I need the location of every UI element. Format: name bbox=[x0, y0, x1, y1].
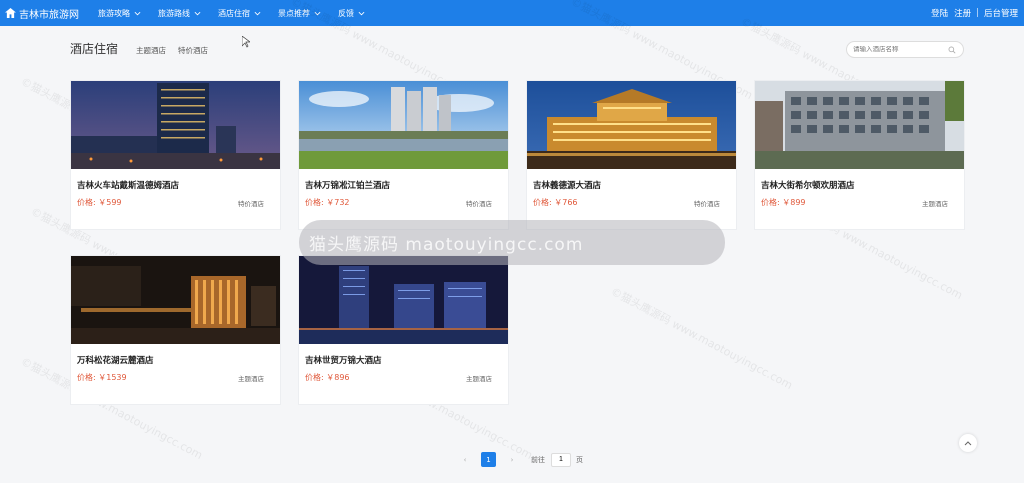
chevron-down-icon bbox=[358, 11, 365, 15]
nav-label: 旅游攻略 bbox=[98, 8, 130, 18]
home-icon bbox=[5, 8, 16, 18]
nav-label: 反馈 bbox=[338, 8, 354, 18]
tab-discount-hotels[interactable]: 特价酒店 bbox=[178, 45, 208, 56]
hotel-name[interactable]: 吉林大街希尔顿欢朋酒店 bbox=[755, 169, 964, 191]
hotel-image-riverside-towers[interactable] bbox=[299, 81, 508, 169]
hotel-image-night-city[interactable] bbox=[71, 81, 280, 169]
admin-link[interactable]: 后台管理 bbox=[984, 7, 1018, 19]
hotel-type: 特价酒店 bbox=[238, 199, 264, 208]
watermark-banner: 猫头鹰源码 maotouyingcc.com bbox=[299, 220, 725, 265]
nav-label: 旅游路线 bbox=[158, 8, 190, 18]
chevron-up-icon bbox=[964, 441, 972, 446]
hotel-price: 价格: ￥732 bbox=[305, 198, 350, 207]
search-box bbox=[846, 41, 964, 58]
hotel-meta: 价格: ￥896 主题酒店 bbox=[299, 366, 508, 383]
goto-unit: 页 bbox=[576, 455, 583, 464]
hotel-card[interactable]: 吉林万锦凇江铂兰酒店 价格: ￥732 特价酒店 bbox=[298, 80, 509, 230]
hotel-price: 价格: ￥899 bbox=[761, 198, 806, 207]
nav-item-attractions[interactable]: 景点推荐 bbox=[278, 8, 330, 19]
goto-page-input[interactable] bbox=[551, 452, 571, 467]
hotel-type: 主题酒店 bbox=[466, 374, 492, 383]
chevron-down-icon bbox=[134, 11, 141, 15]
hotel-meta: 价格: ￥599 特价酒店 bbox=[71, 191, 280, 208]
hotel-type: 特价酒店 bbox=[466, 199, 492, 208]
chevron-down-icon bbox=[314, 11, 321, 15]
divider: | bbox=[976, 8, 979, 18]
search-icon[interactable] bbox=[948, 46, 956, 54]
hotel-meta: 价格: ￥766 特价酒店 bbox=[527, 191, 736, 208]
hotel-meta: 价格: ￥899 主题酒店 bbox=[755, 191, 964, 208]
hotel-meta: 价格: ￥732 特价酒店 bbox=[299, 191, 508, 208]
page-title: 酒店住宿 bbox=[70, 42, 119, 56]
back-to-top-button[interactable] bbox=[959, 434, 977, 452]
hotel-price: 价格: ￥599 bbox=[77, 198, 122, 207]
prev-page-button[interactable]: ‹ bbox=[458, 456, 472, 464]
hotel-card[interactable]: 吉林義德源大酒店 价格: ￥766 特价酒店 bbox=[526, 80, 737, 230]
brand[interactable]: 吉林市旅游网 bbox=[0, 6, 98, 21]
hotel-image-lit-palace[interactable] bbox=[527, 81, 736, 169]
hotel-name[interactable]: 万科松花湖云麓酒店 bbox=[71, 344, 280, 366]
brand-title: 吉林市旅游网 bbox=[19, 9, 79, 21]
search-input[interactable] bbox=[853, 46, 948, 53]
nav-item-routes[interactable]: 旅游路线 bbox=[158, 8, 210, 19]
goto-label: 前往 bbox=[531, 455, 545, 464]
hotel-card[interactable]: 吉林大街希尔顿欢朋酒店 价格: ￥899 主题酒店 bbox=[754, 80, 965, 230]
hotel-price: 价格: ￥1539 bbox=[77, 373, 127, 382]
nav-item-guides[interactable]: 旅游攻略 bbox=[98, 8, 150, 19]
hotel-type: 主题酒店 bbox=[922, 199, 948, 208]
hotel-name[interactable]: 吉林火车站戴斯温德姆酒店 bbox=[71, 169, 280, 191]
hotel-price: 价格: ￥896 bbox=[305, 373, 350, 382]
hotel-card[interactable]: 万科松花湖云麓酒店 价格: ￥1539 主题酒店 bbox=[70, 255, 281, 405]
tab-theme-hotels[interactable]: 主题酒店 bbox=[136, 45, 166, 56]
chevron-down-icon bbox=[194, 11, 201, 15]
hotel-name[interactable]: 吉林万锦凇江铂兰酒店 bbox=[299, 169, 508, 191]
next-page-button[interactable]: › bbox=[505, 456, 519, 464]
hotel-type: 特价酒店 bbox=[694, 199, 720, 208]
watermark: ©猫头鹰源码 www.maotouyingcc.com bbox=[608, 284, 795, 393]
hotel-meta: 价格: ￥1539 主题酒店 bbox=[71, 366, 280, 383]
hotel-image-facade[interactable] bbox=[755, 81, 964, 169]
register-link[interactable]: 注册 bbox=[954, 7, 971, 19]
chevron-down-icon bbox=[254, 11, 261, 15]
hotel-price: 价格: ￥766 bbox=[533, 198, 578, 207]
mouse-cursor-icon bbox=[242, 36, 250, 48]
nav-item-feedback[interactable]: 反馈 bbox=[338, 8, 374, 19]
nav-item-hotels[interactable]: 酒店住宿 bbox=[218, 8, 270, 19]
hotel-card[interactable]: 吉林世贸万锦大酒店 价格: ￥896 主题酒店 bbox=[298, 255, 509, 405]
top-nav-bar: 吉林市旅游网 旅游攻略 旅游路线 酒店住宿 景点推荐 反馈 登陆 注册 | 后台… bbox=[0, 0, 1024, 26]
login-link[interactable]: 登陆 bbox=[931, 7, 948, 19]
hotel-image-skyline-night[interactable] bbox=[299, 256, 508, 344]
hotel-image-resort-night[interactable] bbox=[71, 256, 280, 344]
nav-label: 酒店住宿 bbox=[218, 8, 250, 18]
main-menu: 旅游攻略 旅游路线 酒店住宿 景点推荐 反馈 bbox=[98, 8, 382, 19]
pagination: ‹ 1 › 前往 页 bbox=[458, 452, 583, 467]
nav-label: 景点推荐 bbox=[278, 8, 310, 18]
auth-links: 登陆 注册 | 后台管理 bbox=[931, 7, 1024, 19]
section-header: 酒店住宿 主题酒店 特价酒店 bbox=[70, 40, 220, 57]
hotel-name[interactable]: 吉林世贸万锦大酒店 bbox=[299, 344, 508, 366]
hotel-card[interactable]: 吉林火车站戴斯温德姆酒店 价格: ￥599 特价酒店 bbox=[70, 80, 281, 230]
page-1-button[interactable]: 1 bbox=[481, 452, 496, 467]
hotel-type: 主题酒店 bbox=[238, 374, 264, 383]
hotel-name[interactable]: 吉林義德源大酒店 bbox=[527, 169, 736, 191]
